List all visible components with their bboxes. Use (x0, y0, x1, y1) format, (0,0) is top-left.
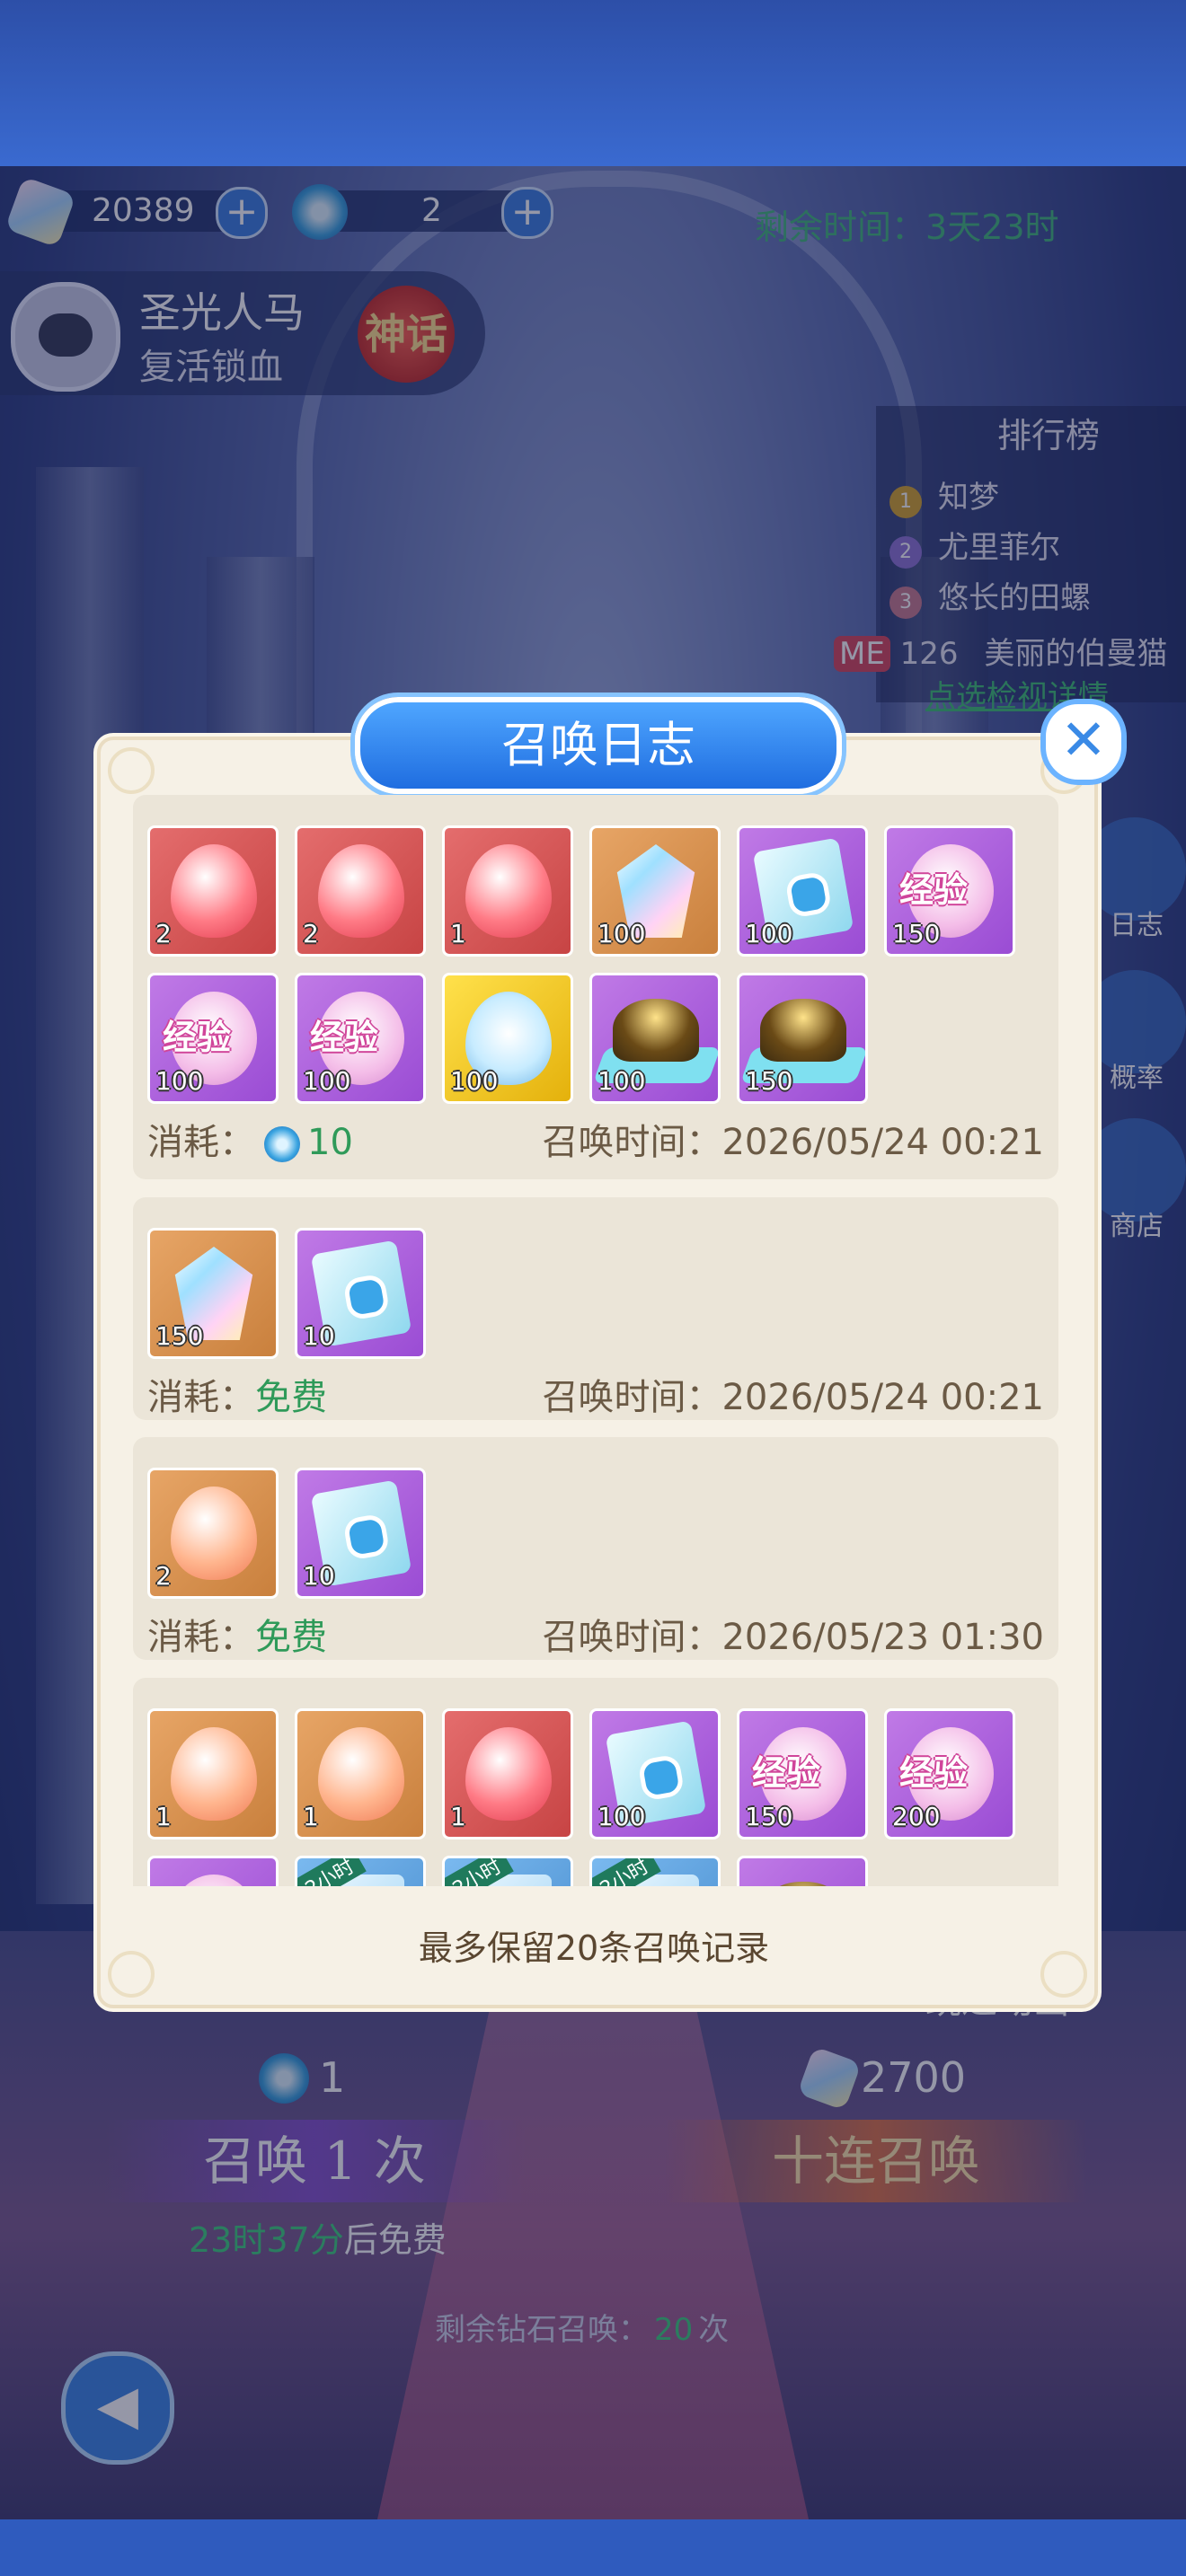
item-quantity: 10 (303, 1321, 335, 1351)
exp-label: 经验 (899, 870, 969, 910)
item-quantity: 150 (745, 1802, 793, 1831)
item-quantity: 150 (892, 919, 941, 948)
time-value: 2026/05/23 01:30 (721, 1617, 1044, 1658)
item-quantity: 1 (155, 1802, 172, 1831)
bottom-banner (0, 2519, 1186, 2576)
item-quantity: 100 (155, 1066, 204, 1096)
reward-item[interactable]: 2 (147, 825, 279, 957)
reward-item[interactable]: 经验 150 (737, 1708, 868, 1839)
time-label: 召唤时间： (542, 1122, 722, 1163)
reward-item[interactable] (737, 1856, 868, 1886)
item-quantity: 2 (155, 1561, 172, 1591)
summon-record-card: 2 10 消耗：免费 召唤时间：2026/05/23 01:30 (133, 1437, 1058, 1660)
ticket-icon (264, 1126, 300, 1162)
red-egg-icon (318, 844, 404, 938)
reward-item[interactable] (147, 1856, 279, 1886)
golden-nest-icon (613, 999, 699, 1062)
time-value: 2026/05/24 00:21 (721, 1377, 1044, 1418)
exp-label: 经验 (163, 1018, 232, 1057)
reward-item[interactable]: 100 (737, 825, 868, 957)
record-time: 召唤时间：2026/05/24 00:21 (542, 1113, 1044, 1165)
item-quantity: 150 (155, 1321, 204, 1351)
reward-item[interactable]: 1 (295, 1708, 426, 1839)
summon-record-card: 2 2 1 100 100 经验 150 经验 100 经验 100 100 100 150 消耗： 10 召唤… (133, 795, 1058, 1179)
item-quantity: 100 (597, 1802, 646, 1831)
golden-nest-icon (760, 1882, 846, 1886)
item-quantity: 2 (303, 919, 319, 948)
reward-item[interactable]: 1 (442, 825, 573, 957)
item-quantity: 100 (597, 1066, 646, 1096)
reward-item[interactable]: 2小时 (295, 1856, 426, 1886)
corner-ornament (108, 747, 155, 794)
reward-item[interactable]: 2小时 (589, 1856, 721, 1886)
item-quantity: 200 (892, 1802, 941, 1831)
summon-record-card: 150 10 消耗：免费 召唤时间：2026/05/24 00:21 (133, 1197, 1058, 1420)
item-quantity: 100 (745, 919, 793, 948)
red-egg-icon (465, 844, 552, 938)
reward-item[interactable]: 100 (442, 973, 573, 1104)
item-quantity: 1 (303, 1802, 319, 1831)
close-icon: ✕ (1060, 707, 1107, 772)
item-quantity: 10 (303, 1561, 335, 1591)
peach-egg-icon (171, 1486, 257, 1580)
reward-item[interactable]: 150 (147, 1228, 279, 1359)
reward-item[interactable]: 1 (442, 1708, 573, 1839)
reward-item[interactable]: 经验 200 (884, 1708, 1015, 1839)
record-limit-note: 最多保留20条召唤记录 (418, 1928, 770, 1968)
reward-item[interactable]: 2 (295, 825, 426, 957)
reward-item[interactable]: 经验 150 (884, 825, 1015, 957)
exp-label: 经验 (899, 1753, 969, 1793)
reward-item[interactable]: 经验 100 (295, 973, 426, 1104)
reward-item[interactable]: 1 (147, 1708, 279, 1839)
reward-item[interactable]: 10 (295, 1228, 426, 1359)
red-egg-icon (465, 1727, 552, 1821)
item-quantity: 1 (450, 1802, 466, 1831)
reward-item[interactable]: 100 (589, 1708, 721, 1839)
cost-value: 10 (307, 1122, 353, 1163)
item-quantity: 100 (597, 919, 646, 948)
dialog-title: 召唤日志 (355, 697, 842, 794)
cost-label: 消耗： (147, 1617, 255, 1658)
peach-egg-icon (318, 1727, 404, 1821)
top-banner (0, 0, 1186, 166)
reward-item[interactable]: 100 (589, 973, 721, 1104)
exp-label: 经验 (752, 1753, 821, 1793)
item-quantity: 100 (450, 1066, 499, 1096)
cost-value: 免费 (255, 1377, 327, 1418)
item-quantity: 100 (303, 1066, 351, 1096)
exp-egg-icon (171, 1875, 257, 1886)
cost-value: 免费 (255, 1617, 327, 1658)
record-cost: 消耗：免费 (147, 1368, 327, 1420)
time-value: 2026/05/24 00:21 (721, 1122, 1044, 1163)
red-egg-icon (171, 844, 257, 938)
time-label: 召唤时间： (542, 1617, 722, 1658)
record-time: 召唤时间：2026/05/23 01:30 (542, 1608, 1044, 1660)
peach-egg-icon (171, 1727, 257, 1821)
item-quantity: 1 (450, 919, 466, 948)
record-cost: 消耗：免费 (147, 1608, 327, 1660)
reward-item[interactable]: 经验 100 (147, 973, 279, 1104)
summon-record-card: 1 1 1 100 经验 150 经验 200 2小时 2小时 2小时 (133, 1678, 1058, 1886)
reward-item[interactable]: 150 (737, 973, 868, 1104)
reward-item[interactable]: 10 (295, 1468, 426, 1599)
time-label: 召唤时间： (542, 1377, 722, 1418)
summon-record-list[interactable]: 2 2 1 100 100 经验 150 经验 100 经验 100 100 100 150 消耗： 10 召唤… (128, 795, 1058, 1886)
cost-label: 消耗： (147, 1122, 255, 1163)
exp-label: 经验 (310, 1018, 379, 1057)
golden-nest-icon (760, 999, 846, 1062)
cost-label: 消耗： (147, 1377, 255, 1418)
close-button[interactable]: ✕ (1040, 699, 1127, 785)
reward-item[interactable]: 2 (147, 1468, 279, 1599)
reward-item[interactable]: 100 (589, 825, 721, 957)
reward-item[interactable]: 2小时 (442, 1856, 573, 1886)
item-quantity: 2 (155, 919, 172, 948)
record-cost: 消耗： 10 (147, 1113, 353, 1165)
record-time: 召唤时间：2026/05/24 00:21 (542, 1368, 1044, 1420)
item-quantity: 150 (745, 1066, 793, 1096)
